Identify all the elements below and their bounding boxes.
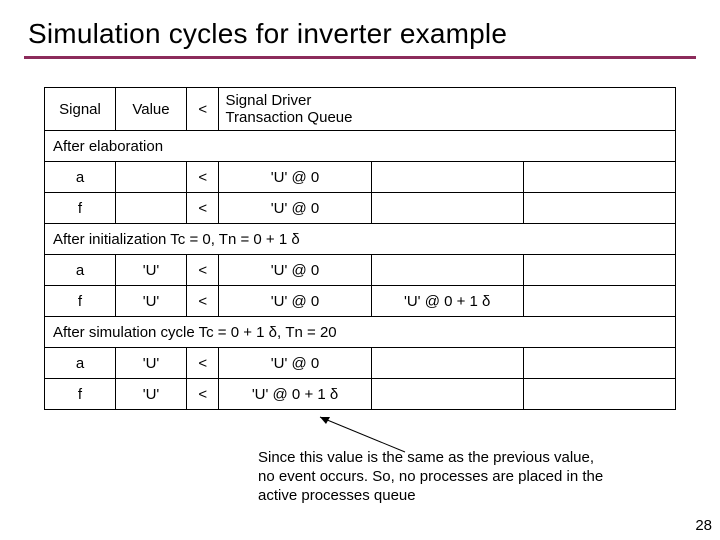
cell-q2 (371, 379, 523, 410)
cell-value: 'U' (116, 348, 187, 379)
col-signal: Signal (45, 88, 116, 131)
cell-q2 (371, 255, 523, 286)
cell-q2 (371, 162, 523, 193)
col-queue: Signal Driver Transaction Queue (219, 88, 371, 131)
data-row: a 'U' < 'U' @ 0 (45, 348, 676, 379)
data-row: f 'U' < 'U' @ 0 'U' @ 0 + 1 δ (45, 286, 676, 317)
slide-title: Simulation cycles for inverter example (0, 0, 720, 56)
cell-arrow: < (187, 255, 219, 286)
cell-arrow: < (187, 162, 219, 193)
section-label-text: After elaboration (45, 131, 676, 162)
section-label-text: After simulation cycle Tc = 0 + 1 δ, Tn … (45, 317, 676, 348)
cell-q3 (523, 255, 675, 286)
cell-q2 (371, 193, 523, 224)
cell-signal: a (45, 162, 116, 193)
cell-q1: 'U' @ 0 + 1 δ (219, 379, 371, 410)
cell-value (116, 193, 187, 224)
cell-signal: f (45, 379, 116, 410)
cell-arrow: < (187, 286, 219, 317)
section-label: After simulation cycle Tc = 0 + 1 δ, Tn … (45, 317, 676, 348)
annotation-caption: Since this value is the same as the prev… (258, 449, 608, 505)
data-row: f < 'U' @ 0 (45, 193, 676, 224)
simulation-table: Signal Value < Signal Driver Transaction… (44, 87, 676, 410)
cell-q1: 'U' @ 0 (219, 193, 371, 224)
cell-q1: 'U' @ 0 (219, 286, 371, 317)
cell-q3 (523, 379, 675, 410)
data-row: f 'U' < 'U' @ 0 + 1 δ (45, 379, 676, 410)
cell-arrow: < (187, 348, 219, 379)
cell-q1: 'U' @ 0 (219, 162, 371, 193)
cell-q3 (523, 162, 675, 193)
col-value: Value (116, 88, 187, 131)
data-row: a < 'U' @ 0 (45, 162, 676, 193)
queue-spacer (523, 88, 675, 131)
cell-q1: 'U' @ 0 (219, 348, 371, 379)
col-arrow: < (187, 88, 219, 131)
cell-signal: f (45, 193, 116, 224)
section-label-text: After initialization Tc = 0, Tn = 0 + 1 … (45, 224, 676, 255)
cell-q2 (371, 348, 523, 379)
section-label: After initialization Tc = 0, Tn = 0 + 1 … (45, 224, 676, 255)
cell-value (116, 162, 187, 193)
cell-value: 'U' (116, 379, 187, 410)
section-label: After elaboration (45, 131, 676, 162)
cell-value: 'U' (116, 255, 187, 286)
page-number: 28 (695, 517, 712, 534)
data-row: a 'U' < 'U' @ 0 (45, 255, 676, 286)
cell-q3 (523, 348, 675, 379)
cell-q2: 'U' @ 0 + 1 δ (371, 286, 523, 317)
cell-q3 (523, 286, 675, 317)
cell-arrow: < (187, 193, 219, 224)
cell-signal: a (45, 348, 116, 379)
queue-spacer (371, 88, 523, 131)
cell-signal: f (45, 286, 116, 317)
cell-value: 'U' (116, 286, 187, 317)
table-header-row: Signal Value < Signal Driver Transaction… (45, 88, 676, 131)
cell-arrow: < (187, 379, 219, 410)
cell-signal: a (45, 255, 116, 286)
cell-q3 (523, 193, 675, 224)
title-rule (24, 56, 696, 59)
cell-q1: 'U' @ 0 (219, 255, 371, 286)
